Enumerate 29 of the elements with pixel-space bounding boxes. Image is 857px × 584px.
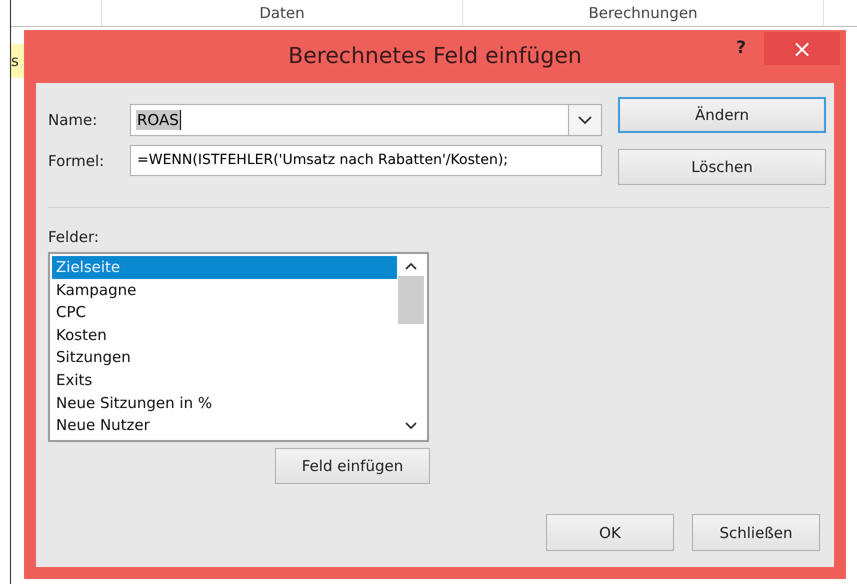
scroll-up-icon[interactable]	[405, 262, 417, 270]
field-item[interactable]: CPC	[52, 301, 397, 324]
close-button[interactable]: ×	[764, 32, 840, 65]
chevron-icon	[578, 116, 592, 124]
formula-label: Formel:	[48, 152, 106, 170]
fields-label: Felder:	[48, 228, 99, 246]
field-item[interactable]: Exits	[52, 368, 397, 392]
dropdown-button[interactable]	[568, 105, 601, 135]
field-item[interactable]: Sitzungen	[52, 346, 397, 369]
close-dialog-button[interactable]: Schließen	[692, 514, 820, 551]
scroll-down-icon[interactable]	[405, 422, 417, 430]
field-item[interactable]: Kosten	[52, 324, 397, 346]
help-button[interactable]: ?	[736, 38, 746, 58]
field-item[interactable]: Neue Nutzer	[52, 414, 397, 437]
formula-field[interactable]: =WENN(ISTFEHLER('Umsatz nach Rabatten'/Kosten);	[130, 145, 602, 176]
insert-field-button[interactable]: Feld einfügen	[275, 448, 430, 484]
field-item[interactable]: Neue Sitzungen in %	[52, 392, 397, 414]
column-header: Daten	[101, 0, 463, 26]
fields-list[interactable]: Zielseite Kampagne CPC Kosten Sitzungen Exits Neue Sitzungen in % Neue Nutzer	[48, 252, 429, 442]
name-field[interactable]: ROAS	[130, 104, 602, 136]
ok-button[interactable]: OK	[546, 514, 674, 551]
dialog-title: Berechnetes Feld einfügen	[288, 44, 582, 69]
scroll-thumb[interactable]	[398, 276, 424, 324]
field-item[interactable]: Kampagne	[52, 278, 397, 302]
cell-text: s	[11, 52, 19, 70]
name-label: Name:	[48, 111, 98, 129]
delete-button[interactable]: Löschen	[618, 149, 826, 185]
modify-button[interactable]: Ändern	[618, 97, 826, 133]
column-header: Berechnungen	[463, 0, 824, 26]
